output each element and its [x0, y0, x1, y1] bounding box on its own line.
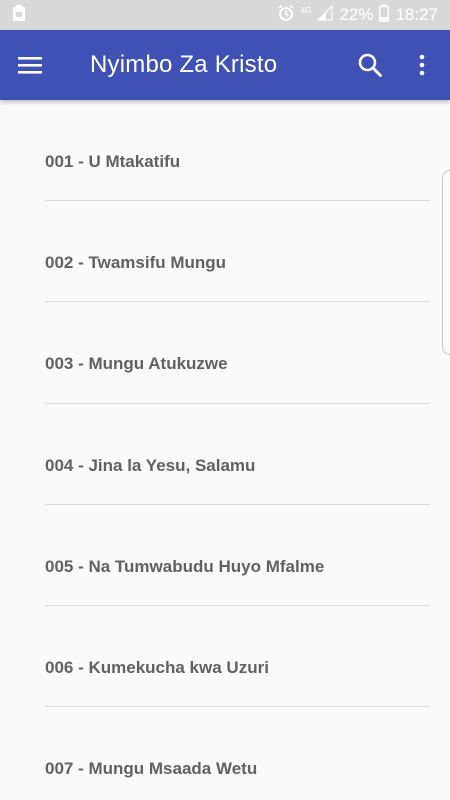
more-options-button[interactable]	[413, 52, 431, 78]
song-title: 007 - Mungu Msaada Wetu	[45, 759, 258, 779]
song-title: 006 - Kumekucha kwa Uzuri	[45, 657, 269, 677]
network-type-label: 4G	[300, 5, 312, 15]
battery-icon	[379, 4, 390, 27]
signal-icon	[317, 4, 333, 26]
list-item[interactable]: 001 - U Mtakatifu	[45, 100, 430, 202]
list-item[interactable]: 007 - Mungu Msaada Wetu	[45, 707, 430, 800]
song-title: 002 - Twamsifu Mungu	[45, 253, 227, 273]
fast-scroll-handle[interactable]	[442, 170, 450, 355]
song-title: 005 - Na Tumwabudu Huyo Mfalme	[45, 556, 325, 576]
page-title: Nyimbo Za Kristo	[90, 51, 278, 78]
more-vert-icon	[413, 54, 431, 82]
status-time: 18:27	[395, 5, 438, 24]
song-title: 004 - Jina la Yesu, Salamu	[45, 455, 256, 475]
notification-icon	[12, 4, 26, 27]
song-title: 003 - Mungu Atukuzwe	[45, 354, 228, 374]
alarm-icon	[277, 4, 295, 27]
list-item[interactable]: 004 - Jina la Yesu, Salamu	[45, 404, 430, 505]
list-item[interactable]: 002 - Twamsifu Mungu	[45, 201, 430, 303]
list-item[interactable]: 006 - Kumekucha kwa Uzuri	[45, 606, 430, 708]
song-title: 001 - U Mtakatifu	[45, 152, 181, 171]
song-list: 001 - U Mtakatifu 002 - Twamsifu Mungu 0…	[0, 100, 450, 800]
battery-percentage: 22%	[339, 5, 374, 24]
list-item[interactable]: 003 - Mungu Atukuzwe	[45, 302, 430, 404]
app-bar: Nyimbo Za Kristo	[0, 30, 450, 100]
search-button[interactable]	[357, 52, 383, 78]
list-item[interactable]: 005 - Na Tumwabudu Huyo Mfalme	[45, 505, 430, 606]
hamburger-menu-icon	[16, 57, 44, 82]
search-icon	[357, 53, 383, 82]
menu-button[interactable]	[16, 52, 44, 78]
status-bar: 4G 22% 18:27	[0, 0, 450, 30]
